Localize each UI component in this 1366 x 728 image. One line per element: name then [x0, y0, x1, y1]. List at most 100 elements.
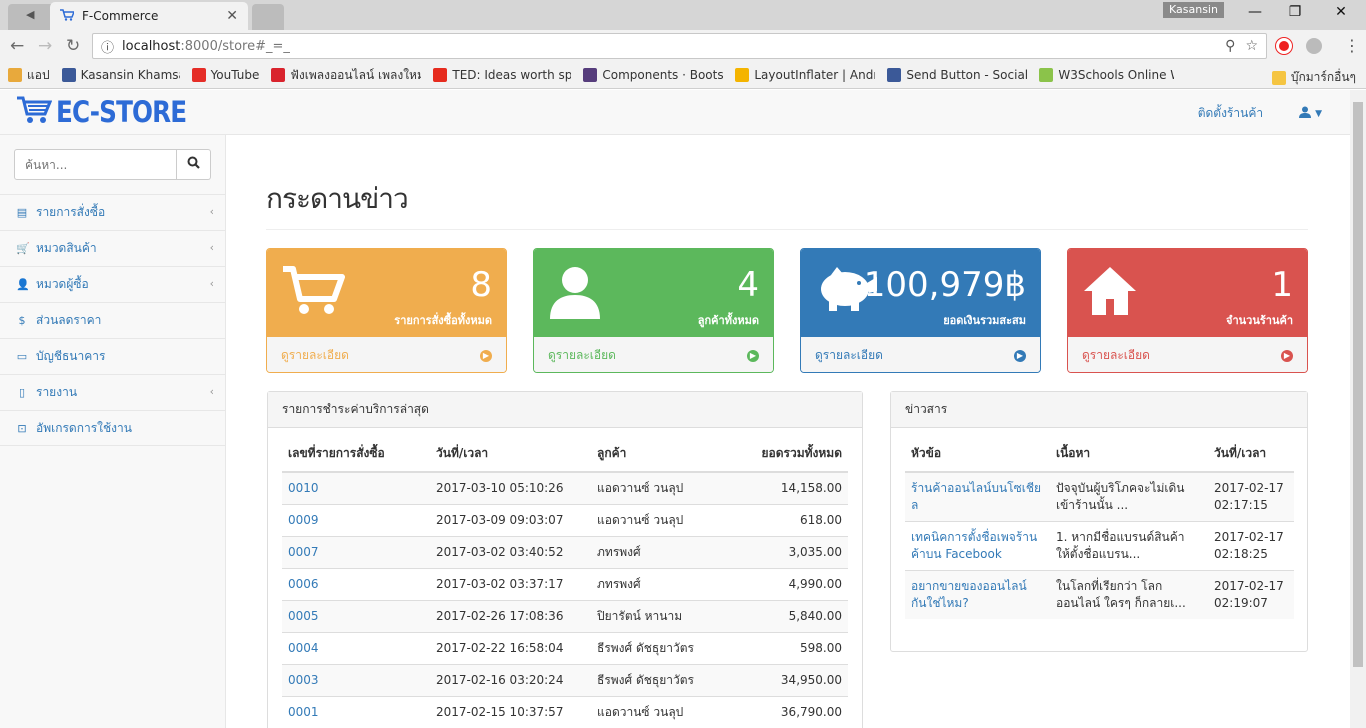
orders-table: เลขที่รายการสั่งซื้อ วันที่/เวลา ลูกค้า ยอด… — [282, 428, 848, 728]
bookmark-item[interactable]: แอป — [8, 66, 50, 85]
stat-card: 4 ลูกค้าทั้งหมด ดูรายละเอียด ▶ — [533, 248, 774, 373]
opera-extension-icon[interactable] — [1276, 38, 1292, 54]
back-icon[interactable]: ← — [10, 36, 24, 56]
news-title-link[interactable]: อยากขายของออนไลน์ กันใช่ไหม? — [911, 579, 1027, 610]
table-row[interactable]: 0004 2017-02-22 16:58:04 ธีรพงศ์ ดัชธุยาวั… — [282, 631, 848, 664]
sidebar-item-label: บัญชีธนาคาร — [36, 349, 106, 363]
order-link[interactable]: 0006 — [288, 577, 319, 591]
order-link[interactable]: 0005 — [288, 609, 319, 623]
sidebar-item-label: หมวดสินค้า — [36, 241, 97, 255]
bookmark-item[interactable]: TED: Ideas worth spre — [433, 68, 571, 82]
minimize-icon[interactable]: — — [1240, 4, 1270, 24]
table-row[interactable]: 0001 2017-02-15 10:37:57 แอดวานซ์ วนลุป 36,… — [282, 695, 848, 728]
table-row[interactable]: ร้านค้าออนไลน์บนโซเชียล ปัจจุบันผู้บริโภค… — [905, 471, 1294, 521]
other-bookmarks[interactable]: บุ๊กมาร์กอื่นๆ — [1271, 68, 1356, 87]
column-header[interactable]: เนื้อหา — [1050, 428, 1208, 473]
order-link[interactable]: 0010 — [288, 481, 319, 495]
table-row[interactable]: 0003 2017-02-16 03:20:24 ธีรพงศ์ ดัชธุยาวั… — [282, 663, 848, 696]
table-row[interactable]: 0007 2017-03-02 03:40:52 ภทรพงศ์ 3,035.00 — [282, 535, 848, 568]
table-row[interactable]: 0006 2017-03-02 03:37:17 ภทรพงศ์ 4,990.00 — [282, 567, 848, 600]
column-header[interactable]: วันที่/เวลา — [1208, 428, 1294, 473]
bookmark-item[interactable]: W3Schools Online We — [1039, 68, 1174, 82]
bookmark-item[interactable]: LayoutInflater | Andro — [735, 68, 875, 82]
bookmark-favicon-icon — [583, 68, 598, 82]
sidebar-item[interactable]: ⊡ อัพเกรดการใช้งาน — [0, 410, 226, 446]
nav-setup-link[interactable]: ติดตั้งร้านค้า — [1198, 104, 1263, 123]
order-link[interactable]: 0004 — [288, 641, 319, 655]
table-row[interactable]: 0009 2017-03-09 09:03:07 แอดวานซ์ วนลุป 618… — [282, 503, 848, 536]
caret-down-icon: ▼ — [1315, 108, 1322, 119]
column-header[interactable]: วันที่/เวลา — [430, 428, 591, 473]
tab-active[interactable]: F-Commerce ✕ — [50, 2, 248, 30]
view-details-link[interactable]: ดูรายละเอียด ▶ — [801, 337, 1040, 372]
extension-icon[interactable] — [1306, 38, 1322, 54]
column-header[interactable]: หัวข้อ — [905, 428, 1050, 473]
table-row[interactable]: 0010 2017-03-10 05:10:26 แอดวานซ์ วนลุป 14,… — [282, 471, 848, 504]
order-link[interactable]: 0003 — [288, 673, 319, 687]
view-details-link[interactable]: ดูรายละเอียด ▶ — [267, 337, 506, 372]
view-details-link[interactable]: ดูรายละเอียด ▶ — [534, 337, 773, 372]
reload-icon[interactable]: ↻ — [66, 36, 80, 56]
logo[interactable]: EC-STORE — [16, 95, 209, 129]
bookmark-favicon-icon — [271, 68, 286, 82]
view-details-link[interactable]: ดูรายละเอียด ▶ — [1068, 337, 1307, 372]
close-window-icon[interactable]: ✕ — [1326, 4, 1356, 24]
table-row[interactable]: อยากขายของออนไลน์ กันใช่ไหม? ในโลกที่เรีย… — [905, 569, 1294, 619]
order-link[interactable]: 0001 — [288, 705, 319, 719]
new-tab-button[interactable] — [252, 4, 284, 30]
table-row[interactable]: 0005 2017-02-26 17:08:36 ปิยารัตน์ หานาม 5,… — [282, 599, 848, 632]
search-input[interactable] — [14, 149, 177, 180]
bookmark-item[interactable]: YouTube — [191, 68, 259, 82]
forward-icon[interactable]: → — [38, 36, 52, 56]
tab-audio[interactable]: ◀ — [8, 4, 54, 30]
close-tab-icon[interactable]: ✕ — [226, 8, 238, 24]
sidebar-item-label: อัพเกรดการใช้งาน — [36, 420, 132, 435]
menu-icon[interactable]: ⋮ — [1344, 36, 1360, 55]
chevron-left-icon: ‹ — [209, 385, 214, 398]
speaker-icon: ◀ — [26, 8, 35, 21]
page-scrollbar[interactable] — [1350, 90, 1366, 728]
sidebar-item[interactable]: ▤ รายการสั่งซื้อ ‹ — [0, 194, 226, 230]
sidebar-item[interactable]: $ ส่วนลดราคา — [0, 302, 226, 338]
table-cell: 5,840.00 — [724, 599, 848, 632]
stat-label: จำนวนร้านค้า — [1226, 314, 1293, 327]
chevron-left-icon: ‹ — [209, 241, 214, 254]
sidebar-item-label: รายงาน — [36, 385, 78, 399]
bookmark-favicon-icon — [61, 68, 76, 82]
news-title-link[interactable]: ร้านค้าออนไลน์บนโซเชียล — [911, 481, 1041, 512]
zoom-icon[interactable]: ⚲ — [1225, 38, 1235, 54]
cart-icon: 🛒 — [16, 242, 30, 255]
address-bar[interactable]: ⓘ localhost:8000/store#_=_ ⚲ ☆ — [92, 33, 1267, 59]
table-cell: 2017-02-26 17:08:36 — [430, 599, 591, 632]
bookmark-item[interactable]: Components · Bootstr — [583, 68, 723, 82]
bookmark-favicon-icon — [433, 68, 448, 82]
bookmark-item[interactable]: ฟังเพลงออนไลน์ เพลงใหม่ — [271, 66, 421, 85]
sidebar-item[interactable]: 👤 หมวดผู้ซื้อ ‹ — [0, 266, 226, 302]
table-cell: 2017-03-10 05:10:26 — [430, 471, 591, 504]
bookmark-item[interactable]: Send Button - Social F — [887, 68, 1027, 82]
news-title-link[interactable]: เทคนิคการตั้งชื่อเพจร้านค้าบน Facebook — [911, 530, 1037, 561]
table-row[interactable]: เทคนิคการตั้งชื่อเพจร้านค้าบน Facebook 1.… — [905, 520, 1294, 570]
table-cell: ในโลกที่เรียกว่า โลกออนไลน์ ใครๆ ก็กลายเ… — [1050, 569, 1208, 619]
sidebar-item[interactable]: 🛒 หมวดสินค้า ‹ — [0, 230, 226, 266]
order-id-cell: 0006 — [282, 567, 430, 600]
order-link[interactable]: 0007 — [288, 545, 319, 559]
user-menu[interactable]: ▼ — [1299, 106, 1322, 121]
star-icon[interactable]: ☆ — [1245, 38, 1258, 54]
scrollbar-thumb[interactable] — [1353, 102, 1363, 667]
order-link[interactable]: 0009 — [288, 513, 319, 527]
table-cell: 2017-03-02 03:37:17 — [430, 567, 591, 600]
table-cell: แอดวานซ์ วนลุป — [591, 471, 724, 504]
column-header[interactable]: ยอดรวมทั้งหมด — [724, 428, 848, 473]
column-header[interactable]: เลขที่รายการสั่งซื้อ — [282, 428, 430, 473]
column-header[interactable]: ลูกค้า — [591, 428, 724, 473]
info-icon[interactable]: ⓘ — [101, 37, 114, 56]
sidebar-item[interactable]: ▯ รายงาน ‹ — [0, 374, 226, 410]
bookmark-item[interactable]: Kasansin Khamsat — [61, 68, 180, 82]
table-cell: ภทรพงศ์ — [591, 535, 724, 568]
top-navbar: EC-STORE ติดตั้งร้านค้า ▼ — [0, 90, 1350, 135]
sidebar-item[interactable]: ▭ บัญชีธนาคาร — [0, 338, 226, 374]
profile-badge[interactable]: Kasansin — [1163, 2, 1224, 18]
search-button[interactable] — [177, 149, 211, 180]
maximize-icon[interactable]: ❐ — [1280, 4, 1310, 24]
